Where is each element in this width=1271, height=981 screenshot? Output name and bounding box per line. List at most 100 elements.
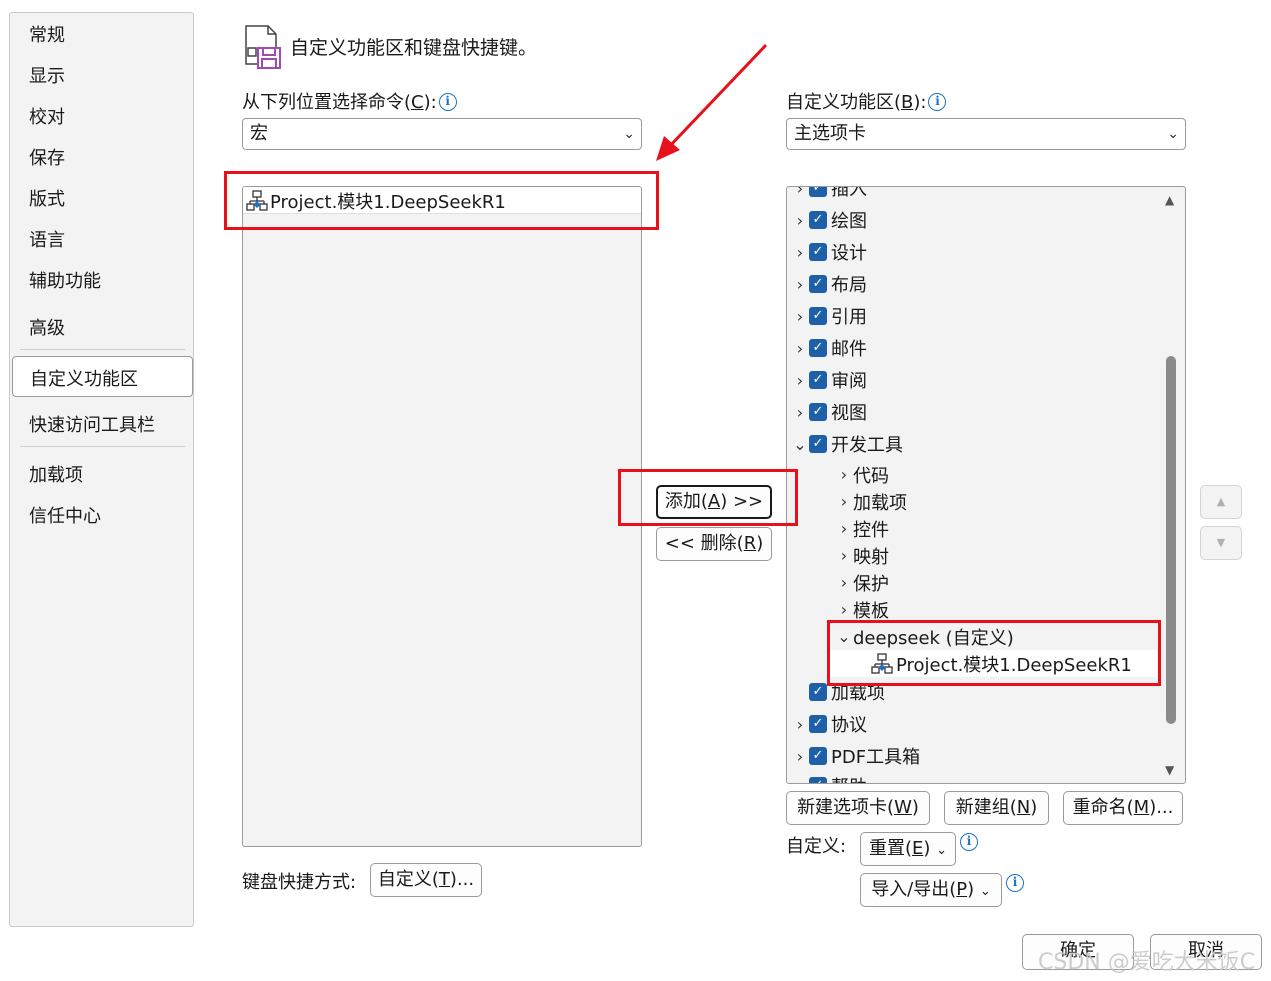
tree-command-deepseek[interactable]: Project.模块1.DeepSeekR1 bbox=[827, 650, 1157, 677]
tree-item-references[interactable]: › ✓ 引用 bbox=[791, 301, 867, 331]
tree-item-mailings[interactable]: › ✓ 邮件 bbox=[791, 333, 867, 363]
chevron-right-icon: › bbox=[796, 370, 804, 390]
tree-item-layout[interactable]: › ✓ 布局 bbox=[791, 269, 867, 299]
tree-item-addins-tab[interactable]: ✓ 加载项 bbox=[809, 677, 885, 707]
watermark: CSDN @爱吃大米饭C bbox=[1038, 950, 1256, 975]
checkbox-checked-icon[interactable]: ✓ bbox=[809, 275, 827, 293]
sidebar-item-accessibility[interactable]: 辅助功能 bbox=[29, 267, 101, 293]
checkbox-checked-icon[interactable]: ✓ bbox=[809, 777, 827, 783]
chevron-right-icon: › bbox=[796, 714, 804, 734]
import-export-dropdown-button[interactable]: 导入/导出(P) ⌄ bbox=[860, 873, 1002, 907]
chevron-down-icon: ⌄ bbox=[1167, 126, 1179, 142]
rename-button[interactable]: 重命名(M)... bbox=[1063, 791, 1183, 825]
tree-item-insert[interactable]: › ✓ 插入 bbox=[791, 186, 867, 203]
sidebar-item-display[interactable]: 显示 bbox=[29, 62, 65, 88]
reset-dropdown-button[interactable]: 重置(E) ⌄ bbox=[860, 832, 956, 866]
chevron-right-icon: › bbox=[796, 186, 804, 198]
ribbon-tabs-dropdown[interactable]: 主选项卡 ⌄ bbox=[786, 118, 1186, 150]
tree-group-templates[interactable]: › 模板 bbox=[835, 596, 889, 623]
checkbox-checked-icon[interactable]: ✓ bbox=[809, 187, 827, 197]
chevron-right-icon: › bbox=[796, 242, 804, 262]
triangle-up-icon: ▲ bbox=[1216, 495, 1226, 508]
scroll-up-arrow-icon[interactable]: ▲ bbox=[1165, 193, 1174, 207]
tree-group-mapping[interactable]: › 映射 bbox=[835, 542, 889, 569]
tree-group-deepseek[interactable]: ⌄ deepseek (自定义) bbox=[835, 623, 1013, 650]
chevron-right-icon: › bbox=[796, 306, 804, 326]
info-icon[interactable]: i bbox=[438, 93, 457, 111]
customize-ribbon-icon bbox=[245, 25, 281, 69]
chevron-right-icon: › bbox=[796, 274, 804, 294]
checkbox-checked-icon[interactable]: ✓ bbox=[809, 211, 827, 229]
new-tab-button[interactable]: 新建选项卡(W) bbox=[786, 791, 930, 825]
tree-item-pdf-toolbox[interactable]: › ✓ PDF工具箱 bbox=[791, 741, 920, 771]
chevron-right-icon: › bbox=[840, 573, 848, 592]
checkbox-checked-icon[interactable]: ✓ bbox=[809, 683, 827, 701]
tree-group-addins[interactable]: › 加载项 bbox=[835, 488, 907, 515]
chevron-right-icon: › bbox=[796, 746, 804, 766]
chevron-right-icon: › bbox=[791, 777, 809, 784]
sidebar-divider bbox=[20, 349, 185, 350]
category-sidebar: 常规 显示 校对 保存 版式 语言 辅助功能 高级 自定义功能区 快速访问工具栏… bbox=[9, 12, 194, 927]
ribbon-tree[interactable]: › ✓ 插入 › ✓ 绘图 › ✓ 设计 › ✓ 布局 › ✓ 引用 › ✓ 邮件 › ✓ 审阅 › ✓ 视图 … bbox=[786, 186, 1186, 784]
tree-group-code[interactable]: › 代码 bbox=[835, 461, 889, 488]
sidebar-item-language[interactable]: 语言 bbox=[29, 226, 65, 252]
chevron-down-icon: ⌄ bbox=[623, 126, 635, 142]
sidebar-item-general[interactable]: 常规 bbox=[29, 21, 65, 47]
chevron-right-icon: › bbox=[840, 492, 848, 511]
sidebar-item-advanced[interactable]: 高级 bbox=[29, 314, 65, 340]
sidebar-item-quick-access[interactable]: 快速访问工具栏 bbox=[29, 411, 155, 437]
remove-button[interactable]: << 删除(R) bbox=[656, 527, 772, 561]
checkbox-checked-icon[interactable]: ✓ bbox=[809, 371, 827, 389]
checkbox-checked-icon[interactable]: ✓ bbox=[809, 435, 827, 453]
customize-keyboard-button[interactable]: 自定义(T)... bbox=[370, 863, 482, 897]
commands-list[interactable]: Project.模块1.DeepSeekR1 bbox=[242, 186, 642, 847]
choose-commands-dropdown[interactable]: 宏 ⌄ bbox=[242, 118, 642, 150]
sidebar-item-addins[interactable]: 加载项 bbox=[29, 461, 83, 487]
chevron-down-icon: ⌄ bbox=[793, 434, 807, 454]
chevron-down-icon: ⌄ bbox=[936, 843, 948, 858]
checkbox-checked-icon[interactable]: ✓ bbox=[809, 307, 827, 325]
checkbox-checked-icon[interactable]: ✓ bbox=[809, 339, 827, 357]
dropdown-value: 宏 bbox=[250, 123, 268, 144]
tree-item-view[interactable]: › ✓ 视图 bbox=[791, 397, 867, 427]
tree-item-review[interactable]: › ✓ 审阅 bbox=[791, 365, 867, 395]
sidebar-item-proofing[interactable]: 校对 bbox=[29, 103, 65, 129]
new-group-button[interactable]: 新建组(N) bbox=[944, 791, 1049, 825]
sidebar-item-trust-center[interactable]: 信任中心 bbox=[29, 502, 101, 528]
checkbox-checked-icon[interactable]: ✓ bbox=[809, 747, 827, 765]
chevron-down-icon: ⌄ bbox=[979, 884, 991, 899]
keyboard-shortcuts-label: 键盘快捷方式: bbox=[242, 872, 357, 893]
sidebar-item-customize-ribbon[interactable]: 自定义功能区 bbox=[12, 356, 193, 397]
info-icon[interactable]: i bbox=[960, 833, 978, 851]
chevron-right-icon: › bbox=[840, 465, 848, 484]
checkbox-checked-icon[interactable]: ✓ bbox=[809, 715, 827, 733]
choose-commands-label: 从下列位置选择命令(C): i bbox=[242, 88, 457, 114]
tree-item-help[interactable]: ›✓帮助 bbox=[791, 771, 867, 784]
tree-item-developer[interactable]: ⌄ ✓ 开发工具 bbox=[791, 429, 903, 459]
chevron-right-icon: › bbox=[796, 210, 804, 230]
move-up-button[interactable]: ▲ bbox=[1200, 485, 1242, 519]
scroll-down-arrow-icon[interactable]: ▼ bbox=[1165, 763, 1174, 777]
info-icon[interactable]: i bbox=[928, 93, 947, 111]
tree-item-design[interactable]: › ✓ 设计 bbox=[791, 237, 867, 267]
scrollbar-thumb[interactable] bbox=[1166, 356, 1176, 724]
sidebar-item-save[interactable]: 保存 bbox=[29, 144, 65, 170]
list-item[interactable]: Project.模块1.DeepSeekR1 bbox=[243, 187, 641, 214]
tree-item-agreement[interactable]: › ✓ 协议 bbox=[791, 709, 867, 739]
add-button[interactable]: 添加(A) >> bbox=[656, 485, 772, 519]
move-down-button[interactable]: ▼ bbox=[1200, 526, 1242, 560]
triangle-down-icon: ▼ bbox=[1216, 536, 1226, 549]
page-title: 自定义功能区和键盘快捷键。 bbox=[290, 37, 538, 59]
tree-item-draw[interactable]: › ✓ 绘图 bbox=[791, 205, 867, 235]
macro-icon bbox=[871, 652, 893, 674]
macro-icon bbox=[246, 190, 268, 211]
checkbox-checked-icon[interactable]: ✓ bbox=[809, 243, 827, 261]
customize-ribbon-label: 自定义功能区(B): i bbox=[786, 88, 947, 114]
list-item-label: Project.模块1.DeepSeekR1 bbox=[270, 192, 506, 213]
sidebar-divider bbox=[20, 446, 185, 447]
tree-group-controls[interactable]: › 控件 bbox=[835, 515, 889, 542]
sidebar-item-layout[interactable]: 版式 bbox=[29, 185, 65, 211]
checkbox-checked-icon[interactable]: ✓ bbox=[809, 403, 827, 421]
tree-group-protect[interactable]: › 保护 bbox=[835, 569, 889, 596]
info-icon[interactable]: i bbox=[1006, 874, 1024, 892]
